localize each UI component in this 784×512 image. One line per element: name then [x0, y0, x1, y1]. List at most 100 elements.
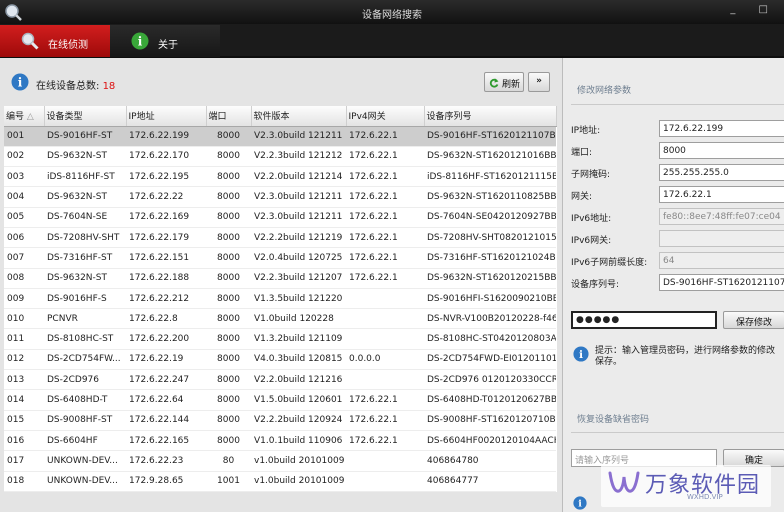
cell-port: 8000: [206, 207, 251, 228]
ip-field[interactable]: 172.6.22.199: [659, 120, 784, 137]
tab-bar: 在线侦测 i 关于: [0, 24, 784, 58]
cell-id: 015: [4, 410, 44, 431]
save-changes-button[interactable]: 保存修改: [723, 311, 784, 329]
cell-gateway: 172.6.22.1: [346, 207, 424, 228]
column-header-ip[interactable]: IP地址: [126, 106, 207, 127]
subnet-field[interactable]: 255.255.255.0: [659, 164, 784, 181]
tab-label: 在线侦测: [48, 40, 88, 51]
table-row[interactable]: 004 DS-9632N-ST 172.6.22.22 8000 V2.3.0build…: [4, 186, 556, 208]
cell-ip: 172.6.22.195: [126, 166, 206, 188]
cell-gateway: [346, 288, 424, 310]
column-header-version[interactable]: 软件版本: [251, 106, 347, 127]
cell-port: 8000: [206, 349, 251, 371]
cell-id: 004: [4, 186, 44, 208]
cell-version: V2.3.0build 121211: [251, 207, 346, 228]
cell-ip: 172.6.22.19: [126, 349, 206, 371]
cell-serial: DS-9016HF-ST1620121107BB: [424, 126, 556, 147]
cell-ip: 172.6.22.165: [126, 430, 206, 452]
cell-version: V1.3.5build 121220: [251, 288, 346, 310]
cell-gateway: 172.6.22.1: [346, 126, 424, 147]
expand-button[interactable]: »: [528, 72, 550, 92]
column-header-serial[interactable]: 设备序列号: [424, 106, 557, 127]
table-row[interactable]: 016 DS-6604HF 172.6.22.165 8000 V1.0.1build …: [4, 430, 556, 452]
table-row[interactable]: 012 DS-2CD754FW... 172.6.22.19 8000 V4.0.3bu…: [4, 349, 556, 371]
column-header-port[interactable]: 端口: [206, 106, 252, 127]
table-row[interactable]: 018 UNKOWN-DEV... 172.9.28.65 1001 v1.0build…: [4, 471, 556, 492]
table-row[interactable]: 001 DS-9016HF-ST 172.6.22.199 8000 V2.3.0bui…: [4, 126, 556, 147]
table-row[interactable]: 007 DS-7316HF-ST 172.6.22.151 8000 V2.0.4bui…: [4, 247, 556, 269]
online-count: 18: [102, 81, 116, 92]
cell-port: 8000: [206, 227, 251, 249]
cell-id: 017: [4, 450, 44, 472]
table-row[interactable]: 009 DS-9016HF-S 172.6.22.212 8000 V1.3.5buil…: [4, 288, 556, 310]
cell-gateway: 172.6.22.1: [346, 430, 424, 452]
column-header-gateway[interactable]: IPv4网关: [346, 106, 425, 127]
watermark-url: WXHD.VIP: [687, 493, 723, 501]
column-header-id[interactable]: 编号 △: [4, 106, 45, 127]
cell-type: DS-9016HF-ST: [44, 126, 126, 147]
column-header-type[interactable]: 设备类型: [44, 106, 127, 127]
cell-version: V2.0.4build 120725: [251, 247, 346, 269]
table-row[interactable]: 003 iDS-8116HF-ST 172.6.22.195 8000 V2.2.0bu…: [4, 166, 556, 188]
cell-id: 008: [4, 268, 44, 289]
cell-ip: 172.6.22.200: [126, 328, 206, 350]
sort-indicator-icon: △: [26, 112, 34, 123]
cell-port: 8000: [206, 186, 251, 208]
cell-ip: 172.6.22.247: [126, 369, 206, 391]
cell-id: 011: [4, 328, 44, 350]
subnet-label: 子网掩码:: [571, 170, 611, 180]
table-row[interactable]: 011 DS-8108HC-ST 172.6.22.200 8000 V1.3.2bui…: [4, 328, 556, 350]
cell-version: V2.2.3build 121207: [251, 268, 346, 289]
modify-section-title: 修改网络参数: [577, 86, 632, 96]
cell-gateway: 172.6.22.1: [346, 227, 424, 249]
table-row[interactable]: 008 DS-9632N-ST 172.6.22.188 8000 V2.2.3buil…: [4, 268, 556, 289]
gateway-label: 网关:: [571, 192, 593, 202]
cell-serial: DS-6408HD-T0120120627BBR: [424, 389, 556, 411]
port-field[interactable]: 8000: [659, 142, 784, 159]
ipv6-gateway-field: [659, 230, 784, 247]
serial-field[interactable]: DS-9016HF-ST1620121107B: [659, 274, 784, 291]
cell-id: 010: [4, 308, 44, 330]
title-bar: 设备网络搜索 _ □: [0, 0, 784, 24]
window-controls[interactable]: _ □: [730, 4, 778, 15]
cell-type: iDS-8116HF-ST: [44, 166, 126, 188]
network-settings-panel: 修改网络参数 IP地址: 172.6.22.199 端口: 8000 子网掩码:…: [562, 58, 784, 512]
cell-id: 006: [4, 227, 44, 249]
table-row[interactable]: 002 DS-9632N-ST 172.6.22.170 8000 V2.2.3buil…: [4, 146, 556, 168]
info-icon: i: [573, 346, 589, 362]
gateway-field[interactable]: 172.6.22.1: [659, 186, 784, 203]
cell-ip: 172.6.22.188: [126, 268, 206, 289]
ip-label: IP地址:: [571, 126, 601, 136]
cell-id: 018: [4, 471, 44, 492]
table-row[interactable]: 013 DS-2CD976 172.6.22.247 8000 V2.2.0build …: [4, 369, 556, 391]
cell-version: V2.2.0build 121216: [251, 369, 346, 391]
tab-about[interactable]: i 关于: [110, 25, 220, 57]
table-row[interactable]: 014 DS-6408HD-T 172.6.22.64 8000 V1.5.0build…: [4, 389, 556, 411]
admin-password-input[interactable]: ●●●●●: [571, 311, 717, 329]
refresh-button[interactable]: 刷新: [484, 72, 524, 92]
cell-port: 8000: [206, 328, 251, 350]
cell-version: V2.3.0build 121211: [251, 126, 346, 147]
cell-gateway: [346, 450, 424, 472]
cell-version: v1.0build 20101009: [251, 471, 346, 492]
table-row[interactable]: 015 DS-9008HF-ST 172.6.22.144 8000 V2.2.2bui…: [4, 410, 556, 431]
cell-id: 012: [4, 349, 44, 371]
table-row[interactable]: 017 UNKOWN-DEV... 172.6.22.23 80 v1.0build 2…: [4, 450, 556, 472]
table-row[interactable]: 006 DS-7208HV-SHT 172.6.22.179 8000 V2.2.2bu…: [4, 227, 556, 249]
cell-id: 005: [4, 207, 44, 228]
cell-ip: 172.9.28.65: [126, 471, 206, 492]
cell-serial: iDS-8116HF-ST1620121115BB: [424, 166, 556, 188]
cell-ip: 172.6.22.8: [126, 308, 206, 330]
online-count-label: 在线设备总数: 18: [36, 81, 116, 92]
cell-serial: 406864780: [424, 450, 556, 472]
tab-online-detect[interactable]: 在线侦测: [0, 25, 110, 57]
cell-id: 002: [4, 146, 44, 168]
cell-serial: DS-6604HF0020120104AACH4: [424, 430, 556, 452]
tab-label: 关于: [158, 40, 178, 51]
cell-serial: DS-7316HF-ST1620121024BB: [424, 247, 556, 269]
cell-ip: 172.6.22.64: [126, 389, 206, 411]
cell-type: UNKOWN-DEV...: [44, 471, 126, 492]
table-row[interactable]: 005 DS-7604N-SE 172.6.22.169 8000 V2.3.0buil…: [4, 207, 556, 228]
cell-id: 016: [4, 430, 44, 452]
table-row[interactable]: 010 PCNVR 172.6.22.8 8000 V1.0build 120228 DS…: [4, 308, 556, 330]
